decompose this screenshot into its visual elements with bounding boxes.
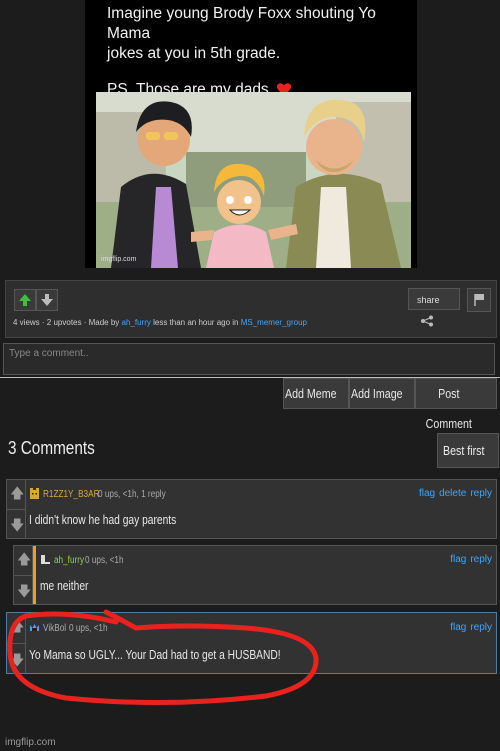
comment-downvote-icon[interactable]: 🡇 (17, 584, 31, 598)
reply-link[interactable]: reply (470, 554, 492, 565)
add-image-label: Add Image (350, 386, 403, 401)
comment-text: me neither (40, 579, 89, 593)
author-link[interactable]: ah_furry (122, 318, 151, 327)
meme-meta: 4 views · 2 upvotes · Made by ah_furry l… (13, 318, 307, 327)
comment-links: flag reply (446, 622, 492, 633)
reply-link[interactable]: reply (470, 488, 492, 499)
crown-avatar-icon (30, 624, 39, 631)
cartoon-illustration (96, 92, 411, 268)
flag-button[interactable] (467, 288, 491, 312)
footer-watermark: imgflip.com (5, 737, 56, 748)
separator: · (39, 318, 47, 327)
bear-avatar-icon (30, 488, 39, 499)
flag-link[interactable]: flag (419, 488, 435, 499)
downvote-button[interactable] (36, 289, 58, 311)
view-count: 4 views (13, 318, 40, 327)
delete-link[interactable]: delete (439, 488, 466, 499)
comment: 🡅 🡇 ah_furry0 ups, <1h flag reply me neit… (13, 545, 497, 605)
reply-indicator (33, 546, 36, 604)
share-icon (421, 315, 433, 327)
comment: 🡅 🡇 VikBol 0 ups, <1h flag reply Yo Mama s… (6, 612, 497, 674)
tweet-text: Imagine young Brody Foxx shouting Yo Mam… (107, 4, 407, 100)
comment-links: flag reply (446, 554, 492, 565)
comment-text: I didn't know he had gay parents (29, 513, 177, 527)
time-text: less than an hour ago in (150, 318, 241, 327)
tweet-line: jokes at you in 5th grade. (107, 45, 281, 62)
comment-username[interactable]: ah_furry (54, 555, 84, 566)
comment-downvote-icon[interactable]: 🡇 (10, 653, 24, 667)
user-avatar-icon (41, 555, 50, 564)
comment-upvote-icon[interactable]: 🡅 (10, 619, 24, 633)
reply-link[interactable]: reply (470, 622, 492, 633)
add-meme-button[interactable]: Add Meme (283, 378, 349, 409)
add-meme-label: Add Meme (284, 386, 337, 401)
share-label: share (417, 295, 440, 305)
comment-upvote-icon[interactable]: 🡅 (17, 552, 31, 566)
sort-dropdown[interactable]: Best first ▾ (437, 433, 499, 491)
flag-link[interactable]: flag (450, 622, 466, 633)
comment-vote: 🡅 🡇 (14, 546, 33, 604)
up-arrow-icon (19, 294, 31, 306)
comment-links: flag delete reply (415, 488, 492, 499)
down-arrow-icon (41, 294, 53, 306)
comment-meta: 0 ups, <1h (69, 623, 108, 634)
comment-vote: 🡅 🡇 (7, 613, 26, 673)
add-image-button[interactable]: Add Image (349, 378, 415, 409)
meme-image: Imagine young Brody Foxx shouting Yo Mam… (85, 0, 417, 268)
flag-icon (474, 294, 484, 306)
image-watermark: imgflip.com (101, 256, 137, 263)
post-comment-label: Post Comment (425, 386, 472, 431)
upvote-button[interactable] (14, 289, 36, 311)
comment-text: Yo Mama so UGLY... Your Dad had to get a… (29, 648, 281, 662)
comment-username[interactable]: R1ZZ1Y_B3AR (43, 489, 100, 500)
share-button[interactable]: share (408, 288, 460, 327)
meme-stats-bar: share 4 views · 2 upvotes · Made by ah_f… (5, 280, 497, 338)
comment-upvote-icon[interactable]: 🡅 (10, 486, 24, 500)
comments-count: 3 Comments (8, 438, 95, 458)
post-comment-button[interactable]: Post Comment (415, 378, 497, 431)
made-by-text: · Made by (81, 318, 122, 327)
group-link[interactable]: MS_memer_group (241, 318, 307, 327)
comment-meta: 0 ups, <1h (84, 555, 124, 566)
comment-meta: 0 ups, <1h, 1 reply (97, 489, 166, 500)
tweet-line: Imagine young Brody Foxx shouting Yo Mam… (107, 5, 376, 42)
comment-input[interactable]: Type a comment.. (3, 343, 495, 375)
comment: 🡅 🡇 R1ZZ1Y_B3AR0 ups, <1h, 1 reply flag d… (6, 479, 497, 539)
comment-actions: Add Meme Add Image Post Comment (283, 378, 497, 431)
flag-link[interactable]: flag (450, 554, 466, 565)
comment-vote: 🡅 🡇 (7, 480, 26, 538)
comment-downvote-icon[interactable]: 🡇 (10, 518, 24, 532)
comment-username[interactable]: VikBol (43, 623, 66, 634)
upvote-count: 2 upvotes (46, 318, 82, 327)
